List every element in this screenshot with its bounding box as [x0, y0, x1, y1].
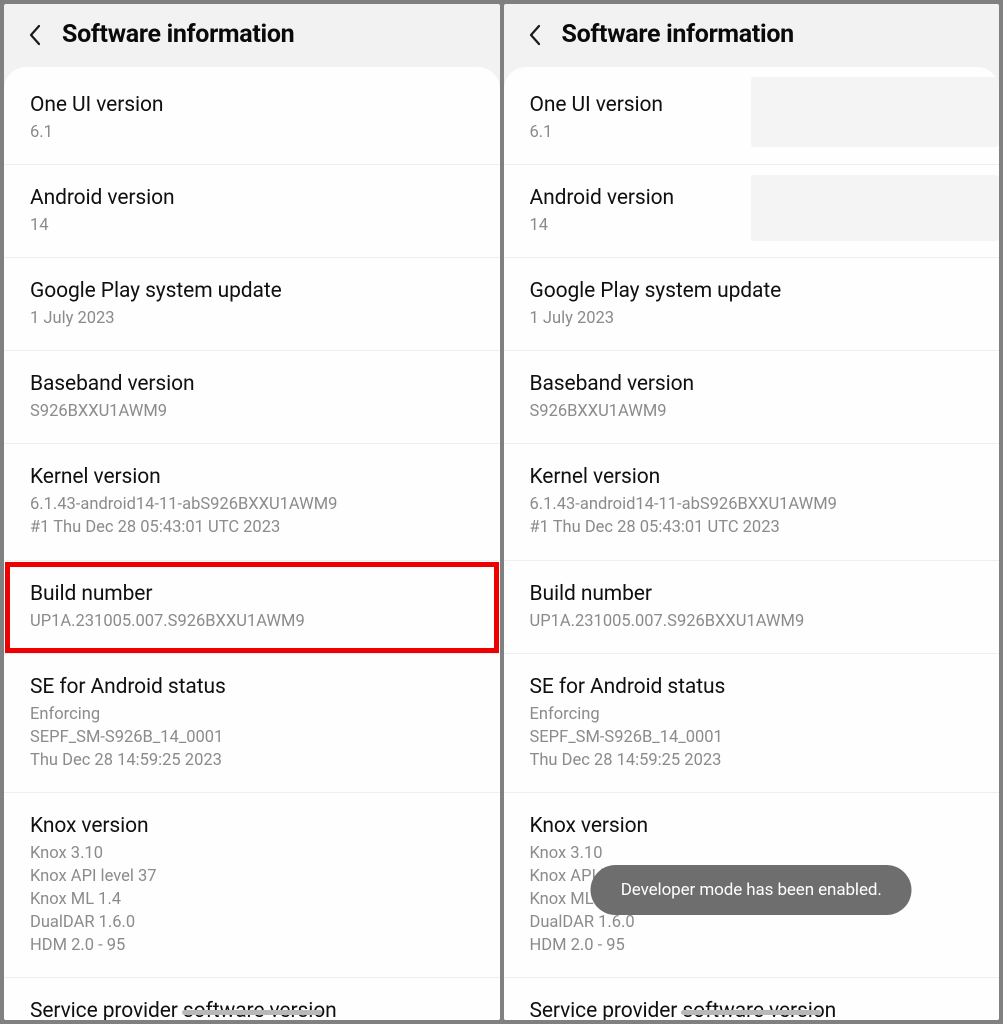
item-title: Build number: [30, 582, 474, 606]
item-build-number[interactable]: Build number UP1A.231005.007.S926BXXU1AW…: [4, 561, 500, 654]
item-build-number[interactable]: Build number UP1A.231005.007.S926BXXU1AW…: [504, 561, 1000, 654]
item-title: Kernel version: [530, 465, 974, 489]
item-title: Kernel version: [30, 465, 474, 489]
toast-developer-mode: Developer mode has been enabled.: [591, 865, 912, 915]
header: Software information: [504, 4, 1000, 67]
item-baseband-version[interactable]: Baseband version S926BXXU1AWM9: [504, 351, 1000, 444]
item-title: Android version: [30, 186, 474, 210]
item-play-system-update[interactable]: Google Play system update 1 July 2023: [504, 258, 1000, 351]
item-title: Knox version: [30, 814, 474, 838]
item-one-ui-version[interactable]: One UI version 6.1: [504, 67, 1000, 165]
page-title: Software information: [62, 20, 294, 49]
settings-list: One UI version 6.1 Android version 14 Go…: [4, 67, 500, 1020]
item-value: 6.1: [30, 121, 474, 144]
item-kernel-version[interactable]: Kernel version 6.1.43-android14-11-abS92…: [4, 444, 500, 560]
header: Software information: [4, 4, 500, 67]
item-play-system-update[interactable]: Google Play system update 1 July 2023: [4, 258, 500, 351]
phone-left: Software information One UI version 6.1 …: [4, 4, 500, 1020]
back-icon[interactable]: [24, 24, 46, 46]
item-title: Baseband version: [30, 372, 474, 396]
item-value: UP1A.231005.007.S926BXXU1AWM9: [530, 610, 974, 633]
item-title: One UI version: [30, 93, 474, 117]
item-se-android-status[interactable]: SE for Android status Enforcing SEPF_SM-…: [4, 654, 500, 793]
item-value: 1 July 2023: [530, 307, 974, 330]
item-value: Knox 3.10 Knox API level 37 Knox ML 1.4 …: [30, 842, 474, 957]
item-value: 6.1.43-android14-11-abS926BXXU1AWM9 #1 T…: [30, 493, 474, 539]
item-android-version[interactable]: Android version 14: [4, 165, 500, 258]
back-icon[interactable]: [524, 24, 546, 46]
item-baseband-version[interactable]: Baseband version S926BXXU1AWM9: [4, 351, 500, 444]
item-value: S926BXXU1AWM9: [530, 400, 974, 423]
item-title: Build number: [530, 582, 974, 606]
redaction-overlay: [751, 175, 999, 241]
item-value: S926BXXU1AWM9: [30, 400, 474, 423]
page-title: Software information: [562, 20, 794, 49]
item-title: Knox version: [530, 814, 974, 838]
item-se-android-status[interactable]: SE for Android status Enforcing SEPF_SM-…: [504, 654, 1000, 793]
nav-bar-icon[interactable]: [182, 1010, 322, 1015]
item-one-ui-version[interactable]: One UI version 6.1: [4, 67, 500, 165]
item-title: Baseband version: [530, 372, 974, 396]
nav-bar-icon[interactable]: [681, 1010, 821, 1015]
item-value: UP1A.231005.007.S926BXXU1AWM9: [30, 610, 474, 633]
phone-right: Software information One UI version 6.1 …: [504, 4, 1000, 1020]
item-title: SE for Android status: [30, 675, 474, 699]
item-value: 6.1.43-android14-11-abS926BXXU1AWM9 #1 T…: [530, 493, 974, 539]
item-title: Google Play system update: [30, 279, 474, 303]
item-value: 14: [30, 214, 474, 237]
item-knox-version[interactable]: Knox version Knox 3.10 Knox API level 37…: [4, 793, 500, 978]
item-title: Google Play system update: [530, 279, 974, 303]
item-value: 1 July 2023: [30, 307, 474, 330]
item-title: SE for Android status: [530, 675, 974, 699]
item-value: Enforcing SEPF_SM-S926B_14_0001 Thu Dec …: [530, 703, 974, 772]
item-value: Enforcing SEPF_SM-S926B_14_0001 Thu Dec …: [30, 703, 474, 772]
item-kernel-version[interactable]: Kernel version 6.1.43-android14-11-abS92…: [504, 444, 1000, 560]
item-android-version[interactable]: Android version 14: [504, 165, 1000, 258]
redaction-overlay: [751, 77, 999, 147]
